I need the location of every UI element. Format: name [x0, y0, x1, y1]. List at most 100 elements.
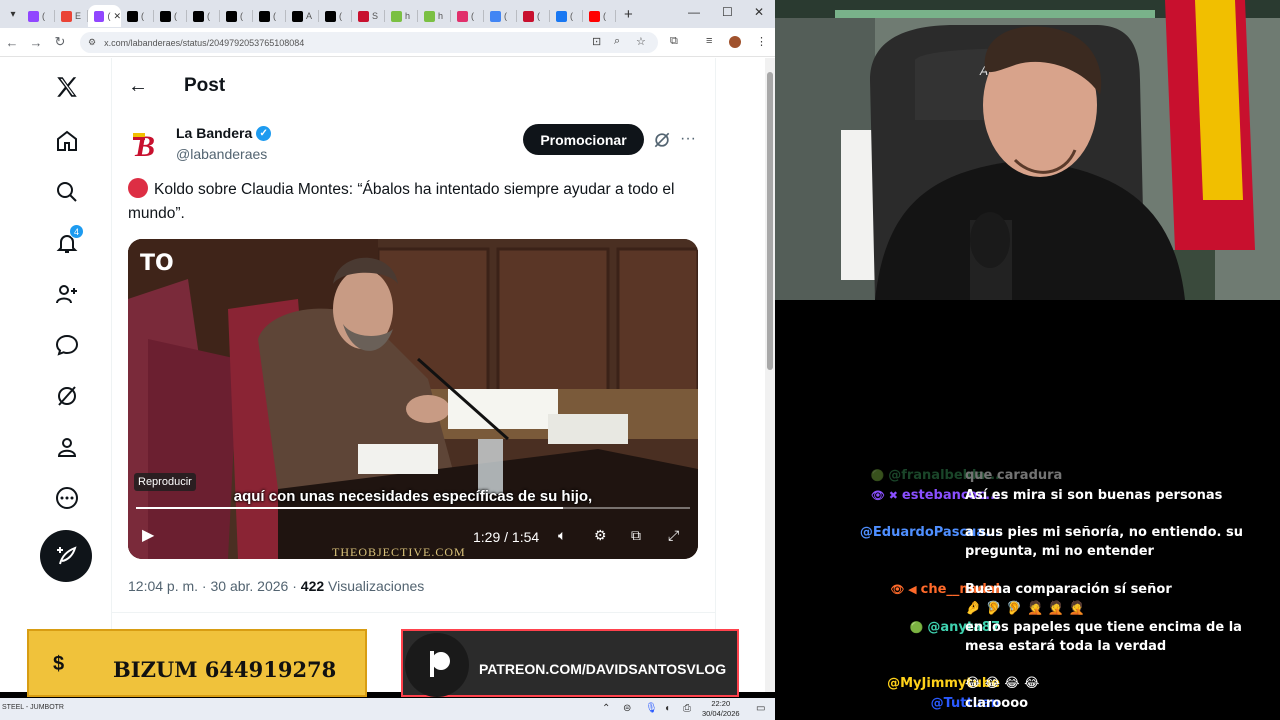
minimize-icon[interactable]: —: [688, 5, 700, 19]
browser-tab[interactable]: (: [451, 5, 484, 27]
x-icon: [226, 10, 237, 22]
feather-plus-icon: [57, 546, 77, 565]
theobjective-logo: TO: [140, 251, 174, 276]
browser-tab[interactable]: (: [550, 5, 583, 27]
browser-tab[interactable]: (: [319, 5, 352, 27]
pip-icon[interactable]: ⧉: [631, 527, 641, 544]
chat-message-text: Así es mira si son buenas personas: [965, 487, 1255, 506]
taskbar-clock[interactable]: 22:20 30/04/2026: [702, 699, 740, 719]
promote-button[interactable]: Promocionar: [523, 124, 644, 155]
taskbar-app-label[interactable]: STEEL - JUMBOTR: [2, 704, 64, 711]
labandera-logo-icon: B: [133, 130, 155, 161]
browser-tab[interactable]: (: [220, 5, 253, 27]
close-window-icon[interactable]: ✕: [754, 5, 764, 19]
tray-chevron-icon[interactable]: ⌃: [602, 703, 610, 714]
video-watermark: THEOBJECTIVE.COM: [332, 545, 466, 559]
dollar-icon: $: [53, 653, 65, 675]
x-logo-icon[interactable]: [52, 72, 82, 102]
notifications-bell-icon[interactable]: 4: [52, 224, 84, 258]
chat-badge-icon: 🟢: [870, 469, 885, 482]
home-icon[interactable]: [52, 126, 82, 156]
tab-title: (: [339, 11, 342, 21]
browser-tab[interactable]: h: [385, 5, 418, 27]
browser-tab[interactable]: A: [286, 5, 319, 27]
tray-mic-icon[interactable]: 🎙︎: [645, 703, 658, 714]
tab-search-icon[interactable]: ▾: [4, 5, 22, 23]
scrollbar[interactable]: [765, 58, 775, 692]
more-options-icon[interactable]: [52, 483, 82, 513]
profile-avatar[interactable]: [729, 36, 741, 48]
site-info-icon[interactable]: ⚙: [88, 37, 96, 48]
tray-notification-icon[interactable]: ▭: [756, 703, 765, 714]
author-handle[interactable]: @labanderaes: [176, 146, 267, 162]
reload-icon[interactable]: ↻: [48, 34, 72, 50]
explore-search-icon[interactable]: [52, 177, 82, 207]
video-progress-bar[interactable]: [136, 507, 690, 509]
live-chat: 🟢 @franalbelda... que caradura 👁 ✖ estebanco…: [775, 300, 1280, 720]
settings-gear-icon[interactable]: ⚙: [594, 527, 607, 544]
x-icon: [193, 10, 204, 22]
post-more-icon[interactable]: ···: [680, 130, 696, 148]
author-name-text[interactable]: La Bandera: [176, 125, 252, 141]
media-icon[interactable]: ≡: [706, 35, 712, 47]
browser-tab[interactable]: (: [253, 5, 286, 27]
messages-icon[interactable]: [52, 330, 82, 360]
browser-menu-icon[interactable]: ⋮: [756, 35, 767, 48]
volume-icon[interactable]: 🔈︎: [558, 527, 566, 544]
maximize-icon[interactable]: ☐: [722, 5, 733, 19]
tab-strip: ▾ (E(✕(((((A(Sh h((((( + — ☐ ✕: [0, 0, 775, 28]
browser-tab[interactable]: h: [418, 5, 451, 27]
browser-tab[interactable]: (: [154, 5, 187, 27]
grok-icon[interactable]: [52, 381, 82, 411]
close-tab-icon[interactable]: ✕: [113, 11, 121, 22]
tray-network-icon[interactable]: ⊜: [623, 703, 631, 714]
fullscreen-icon[interactable]: ⤢: [668, 527, 679, 544]
bookmark-star-icon[interactable]: ☆: [636, 35, 646, 48]
facebook-icon: [556, 10, 567, 22]
grok-explain-icon[interactable]: [652, 130, 672, 150]
url-text[interactable]: x.com/labanderaes/status/204979205376510…: [104, 38, 304, 48]
column-divider: [111, 58, 112, 692]
webcam-feed: AutoF: [775, 0, 1280, 300]
author-name[interactable]: La Bandera ✓: [176, 125, 272, 141]
compose-post-button[interactable]: [40, 530, 92, 582]
address-bar: ← → ↻ ⚙ x.com/labanderaes/status/2049792…: [0, 28, 775, 57]
omnibox[interactable]: ⚙ x.com/labanderaes/status/2049792053765…: [80, 32, 658, 53]
labandera-icon: [358, 10, 369, 22]
follow-icon[interactable]: [52, 279, 82, 309]
x-icon: [259, 10, 270, 22]
video-subtitle: aquí con unas necesidades específicas de…: [233, 488, 593, 505]
emoji-icon: [424, 10, 435, 22]
play-icon[interactable]: ▶: [142, 525, 154, 545]
new-tab-button[interactable]: +: [624, 6, 633, 23]
patreon-banner: PATREON.COM/DAVIDSANTOSVLOG: [401, 629, 739, 697]
browser-tab[interactable]: E: [55, 5, 88, 27]
browser-tab[interactable]: (: [484, 5, 517, 27]
tray-printer-icon[interactable]: ⎙: [683, 703, 691, 714]
scrollbar-thumb[interactable]: [767, 72, 773, 370]
video-player[interactable]: TO Reproducir aquí con unas necesidades …: [128, 239, 698, 559]
browser-tab[interactable]: S: [352, 5, 385, 27]
tray-speaker-icon[interactable]: ◖: [664, 703, 670, 714]
clock-date: 30/04/2026: [702, 709, 740, 718]
browser-tab[interactable]: (: [121, 5, 154, 27]
browser-tab[interactable]: (: [517, 5, 550, 27]
extensions-icon[interactable]: ⧉: [670, 35, 678, 48]
forward-icon[interactable]: →: [24, 35, 48, 50]
x-icon: [160, 10, 171, 22]
zoom-icon[interactable]: ⌕: [614, 35, 620, 48]
back-icon[interactable]: ←: [0, 35, 24, 50]
browser-tab[interactable]: (: [187, 5, 220, 27]
tab-title: (: [537, 11, 540, 21]
browser-tab[interactable]: (: [22, 5, 55, 27]
chat-message-text: 😂 😂 😂 😂: [965, 675, 1255, 694]
browser-tab[interactable]: (✕: [88, 5, 121, 27]
patreon-logo-icon: [405, 633, 469, 697]
back-arrow-icon[interactable]: ←: [128, 75, 184, 98]
install-icon[interactable]: ⊡: [592, 35, 601, 48]
post-timestamp[interactable]: 12:04 p. m. · 30 abr. 2026 ·: [128, 578, 301, 594]
tab-title: E: [75, 11, 82, 21]
author-avatar[interactable]: B: [128, 124, 168, 164]
profile-icon[interactable]: [52, 432, 82, 462]
browser-tab[interactable]: (: [583, 5, 616, 27]
